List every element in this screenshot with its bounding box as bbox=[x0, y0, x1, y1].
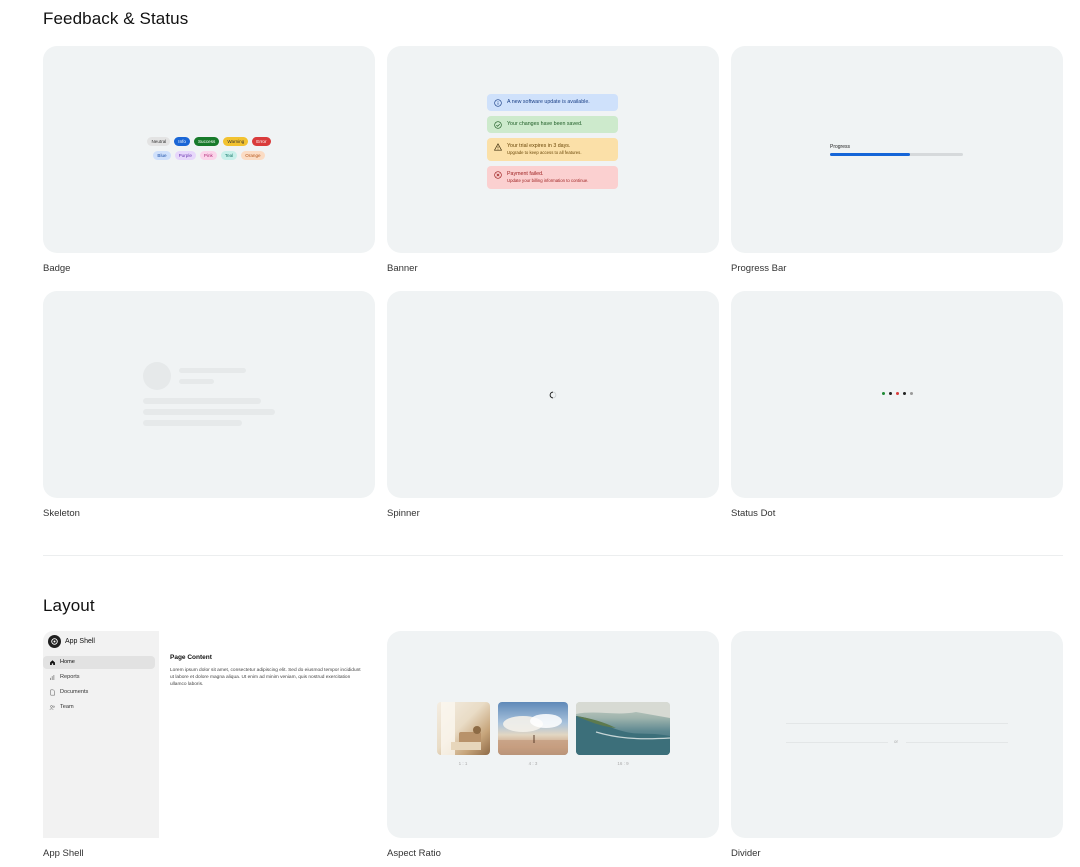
error-icon bbox=[494, 171, 502, 179]
banner-error: Payment failed. Update your billing info… bbox=[487, 166, 618, 189]
badge-info: Info bbox=[174, 137, 190, 146]
app-logo-icon bbox=[48, 635, 61, 648]
spinner-card[interactable] bbox=[387, 291, 719, 498]
card-label-status-dot: Status Dot bbox=[731, 508, 776, 519]
nav-item-documents[interactable]: Documents bbox=[43, 686, 155, 699]
image-four-three bbox=[498, 702, 568, 755]
banner-title: A new software update is available. bbox=[507, 99, 590, 105]
divider-label: or bbox=[894, 739, 899, 744]
card-label-spinner: Spinner bbox=[387, 508, 420, 519]
badge-error: Error bbox=[252, 137, 271, 146]
aspect-ratio-card[interactable]: 1 : 1 4 : 3 16 : 9 bbox=[387, 631, 719, 838]
progress-track bbox=[830, 153, 963, 156]
status-dot bbox=[909, 392, 913, 395]
bar-chart-icon bbox=[50, 675, 55, 680]
page-content-title: Page Content bbox=[170, 654, 212, 661]
progress-bar-card[interactable]: Progress bbox=[731, 46, 1063, 253]
nav-item-reports[interactable]: Reports bbox=[43, 671, 155, 684]
progress-label: Progress bbox=[830, 144, 851, 150]
skeleton-line bbox=[179, 379, 214, 384]
badge-row-solid: Neutral Info Success Warning Error bbox=[147, 137, 271, 146]
card-label-badge: Badge bbox=[43, 263, 71, 274]
banner-subtitle: Update your billing information to conti… bbox=[507, 178, 589, 183]
badge-pink: Pink bbox=[199, 151, 217, 160]
nav-item-home[interactable]: Home bbox=[43, 656, 155, 669]
status-dot bbox=[881, 392, 885, 395]
divider-card[interactable]: or bbox=[731, 631, 1063, 838]
status-dot-card[interactable] bbox=[731, 291, 1063, 498]
skeleton-line bbox=[143, 420, 242, 426]
badge-demo: Neutral Info Success Warning Error Blue Purpl… bbox=[43, 137, 375, 160]
badge-blue: Blue bbox=[153, 151, 171, 160]
banner-subtitle: Upgrade to keep access to all features. bbox=[507, 150, 582, 155]
card-label-app-shell: App Shell bbox=[43, 848, 84, 859]
badge-warning: Warning bbox=[223, 137, 249, 146]
card-label-aspect-ratio: Aspect Ratio bbox=[387, 848, 441, 859]
banner-success: Your changes have been saved. bbox=[487, 116, 618, 133]
badge-teal: Teal bbox=[220, 151, 238, 160]
home-icon bbox=[50, 660, 55, 666]
card-label-skeleton: Skeleton bbox=[43, 508, 80, 519]
spinner-icon bbox=[549, 391, 557, 399]
banner-card[interactable]: A new software update is available. Your… bbox=[387, 46, 719, 253]
skeleton-line bbox=[143, 409, 275, 415]
warning-icon bbox=[494, 143, 502, 151]
divider-line bbox=[786, 723, 1008, 724]
banner-title: Your changes have been saved. bbox=[507, 121, 583, 127]
badge-neutral: Neutral bbox=[147, 137, 171, 146]
badge-purple: Purple bbox=[174, 151, 196, 160]
status-dot bbox=[895, 392, 899, 395]
app-shell-card[interactable]: App Shell Home Reports Documents Team Pa… bbox=[43, 631, 375, 838]
info-icon bbox=[494, 99, 502, 107]
badge-row-soft: Blue Purple Pink Teal Orange bbox=[153, 151, 265, 160]
status-dot bbox=[902, 392, 906, 395]
aspect-caption: 4 : 3 bbox=[528, 761, 538, 766]
check-circle-icon bbox=[494, 121, 502, 129]
card-label-banner: Banner bbox=[387, 263, 418, 274]
section-title-layout: Layout bbox=[43, 596, 95, 615]
banner-warning: Your trial expires in 3 days. Upgrade to… bbox=[487, 138, 618, 161]
skeleton-card[interactable] bbox=[43, 291, 375, 498]
skeleton-line bbox=[179, 368, 246, 373]
banner-title: Payment failed. bbox=[507, 171, 544, 177]
banner-title: Your trial expires in 3 days. bbox=[507, 143, 571, 149]
status-dot bbox=[888, 392, 892, 395]
app-shell-sidebar: App Shell Home Reports Documents Team bbox=[43, 631, 159, 838]
app-shell-title: App Shell bbox=[65, 638, 95, 645]
nav-item-team[interactable]: Team bbox=[43, 701, 155, 714]
card-label-progress-bar: Progress Bar bbox=[731, 263, 787, 274]
image-sixteen-nine bbox=[576, 702, 670, 755]
status-dot-demo bbox=[731, 392, 1063, 395]
skeleton-avatar bbox=[143, 362, 171, 390]
section-title-feedback: Feedback & Status bbox=[43, 9, 189, 28]
skeleton-line bbox=[143, 398, 261, 404]
card-label-divider: Divider bbox=[731, 848, 761, 859]
aspect-caption: 1 : 1 bbox=[458, 761, 468, 766]
nav-label: Reports bbox=[60, 674, 80, 680]
nav-label: Home bbox=[60, 659, 75, 665]
team-icon bbox=[49, 705, 55, 710]
badge-success: Success bbox=[193, 137, 220, 146]
divider-line-right bbox=[906, 742, 1008, 743]
document-icon bbox=[50, 689, 55, 696]
nav-label: Documents bbox=[60, 689, 89, 695]
nav-label: Team bbox=[60, 704, 74, 710]
divider-line-left bbox=[786, 742, 888, 743]
banner-demo: A new software update is available. Your… bbox=[487, 94, 618, 189]
section-divider bbox=[43, 555, 1063, 556]
image-square bbox=[437, 702, 490, 755]
banner-info: A new software update is available. bbox=[487, 94, 618, 111]
aspect-caption: 16 : 9 bbox=[617, 761, 629, 766]
page-content-text: Lorem ipsum dolor sit amet, consectetur … bbox=[170, 668, 361, 688]
badge-card[interactable]: Neutral Info Success Warning Error Blue Purpl… bbox=[43, 46, 375, 253]
badge-orange: Orange bbox=[241, 151, 265, 160]
progress-fill bbox=[830, 153, 910, 156]
